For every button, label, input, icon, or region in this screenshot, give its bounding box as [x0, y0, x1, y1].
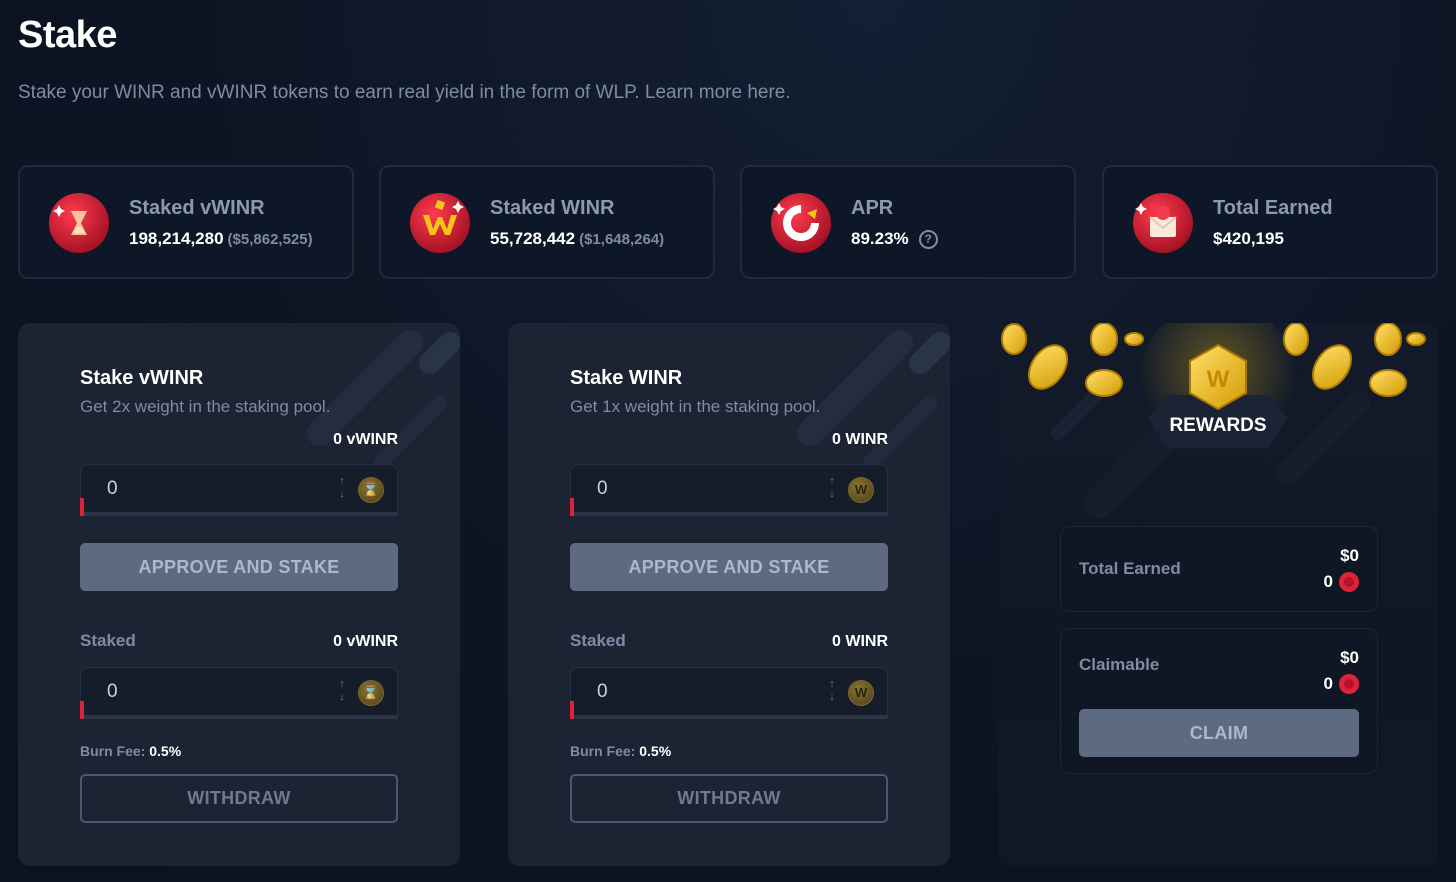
approve-and-stake-button[interactable]: APPROVE AND STAKE [570, 543, 888, 591]
input-accent-bar [80, 701, 84, 719]
stake-vwinr-panel: Stake vWINR Get 2x weight in the staking… [18, 323, 460, 866]
stepper-arrows-icon[interactable]: ↑ ↓ [337, 678, 347, 708]
wallet-balance: 0 WINR [832, 431, 888, 448]
stake-winr-panel: Stake WINR Get 1x weight in the staking … [508, 323, 950, 866]
total-earned-usd: $0 [1340, 546, 1359, 565]
withdraw-amount-input[interactable] [107, 681, 307, 703]
winr-token-icon: W [848, 477, 874, 503]
total-earned-amount: 0 [1324, 571, 1359, 593]
total-earned-box: Total Earned $0 0 [1060, 526, 1378, 612]
apr-chart-icon [771, 193, 831, 253]
panel-title: Stake vWINR [80, 367, 204, 389]
staked-label: Staked [570, 631, 626, 650]
stat-card-total-earned: Total Earned $420,195 [1102, 165, 1438, 279]
stat-card-staked-vwinr: Staked vWINR 198,214,280 ($5,862,525) [18, 165, 354, 279]
staked-label: Staked [80, 631, 136, 650]
page-title: Stake [18, 14, 117, 56]
stat-sub-value: ($5,862,525) [227, 231, 313, 248]
withdraw-amount-field[interactable]: ↑↓ ⌛ [80, 667, 398, 719]
stat-value: 89.23%? [851, 229, 938, 250]
winr-red-coin-icon [1339, 571, 1359, 592]
vwinr-token-icon: ⌛ [358, 680, 384, 706]
stepper-arrows-icon[interactable]: ↑ ↓ [337, 475, 347, 505]
vwinr-hourglass-icon [49, 193, 109, 253]
envelope-icon [1133, 193, 1193, 253]
burn-fee-value: 0.5% [149, 743, 182, 759]
stat-card-staked-winr: Staked WINR 55,728,442 ($1,648,264) [379, 165, 715, 279]
stat-label: Total Earned [1213, 197, 1333, 219]
withdraw-button[interactable]: WITHDRAW [570, 774, 888, 823]
stat-value: 55,728,442 ($1,648,264) [490, 229, 665, 248]
staked-balance: 0 WINR [832, 633, 888, 650]
input-accent-bar [80, 498, 84, 516]
rewards-title: REWARDS [1169, 415, 1267, 436]
stake-amount-field[interactable]: ↑↓ W [570, 464, 888, 516]
stake-amount-field[interactable]: ↑↓ ⌛ [80, 464, 398, 516]
help-icon[interactable]: ? [918, 230, 938, 250]
winr-token-icon: W [848, 680, 874, 706]
stake-amount-input[interactable] [597, 478, 797, 500]
panel-title: Stake WINR [570, 367, 683, 389]
stat-label: Staked vWINR [129, 197, 265, 219]
stat-card-apr: APR 89.23%? [740, 165, 1076, 279]
panel-description: Get 2x weight in the staking pool. [80, 397, 331, 416]
claim-button[interactable]: CLAIM [1079, 709, 1359, 757]
page-subtitle: Stake your WINR and vWINR tokens to earn… [18, 82, 791, 103]
vwinr-token-icon: ⌛ [358, 477, 384, 503]
total-earned-label: Total Earned [1079, 559, 1181, 578]
stat-label: APR [851, 197, 894, 219]
approve-and-stake-button[interactable]: APPROVE AND STAKE [80, 543, 398, 591]
staked-balance: 0 vWINR [333, 633, 398, 650]
claimable-amount: 0 [1324, 673, 1359, 695]
stat-sub-value: ($1,648,264) [579, 231, 665, 248]
stat-value: $420,195 [1213, 229, 1284, 248]
stat-label: Staked WINR [490, 197, 615, 219]
stepper-arrows-icon[interactable]: ↑ ↓ [827, 678, 837, 708]
rewards-panel: W REWARDS Total Earned $0 0 Claimable $0… [998, 323, 1438, 866]
panel-description: Get 1x weight in the staking pool. [570, 397, 821, 416]
withdraw-amount-field[interactable]: ↑↓ W [570, 667, 888, 719]
input-accent-bar [570, 498, 574, 516]
stat-value: 198,214,280 ($5,862,525) [129, 229, 313, 248]
input-accent-bar [570, 701, 574, 719]
withdraw-button[interactable]: WITHDRAW [80, 774, 398, 823]
svg-text:W: W [1207, 366, 1230, 393]
withdraw-amount-input[interactable] [597, 681, 797, 703]
winr-logo-icon [410, 193, 470, 253]
wallet-balance: 0 vWINR [333, 431, 398, 448]
claimable-usd: $0 [1340, 648, 1359, 667]
burn-fee: Burn Fee: 0.5% [80, 743, 182, 759]
claimable-box: Claimable $0 0 CLAIM [1060, 628, 1378, 774]
claimable-label: Claimable [1079, 655, 1160, 674]
winr-red-coin-icon [1339, 673, 1359, 694]
stepper-arrows-icon[interactable]: ↑ ↓ [827, 475, 837, 505]
stake-amount-input[interactable] [107, 478, 307, 500]
burn-fee-value: 0.5% [639, 743, 672, 759]
burn-fee: Burn Fee: 0.5% [570, 743, 672, 759]
